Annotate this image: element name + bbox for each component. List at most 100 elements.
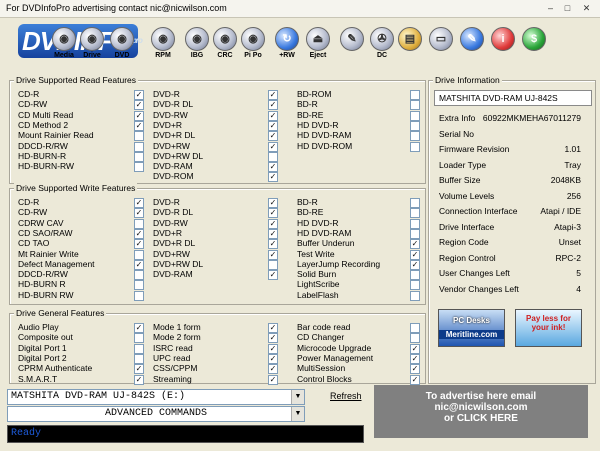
window-button[interactable]: ▭ <box>427 27 455 51</box>
media-button[interactable]: ◉ Media <box>50 27 78 59</box>
feature-checkbox[interactable] <box>410 110 420 121</box>
feature-checkbox[interactable] <box>410 198 420 208</box>
feature-checkbox[interactable] <box>410 90 420 100</box>
feature-checkbox[interactable] <box>134 343 144 354</box>
feature-checkbox[interactable] <box>134 218 144 229</box>
feature-checkbox[interactable] <box>134 131 144 142</box>
feature-checkbox[interactable]: ✓ <box>134 110 144 121</box>
feature-checkbox[interactable]: ✓ <box>268 131 278 142</box>
feature-checkbox[interactable] <box>410 280 420 291</box>
ibg-button[interactable]: ◉ IBG <box>183 27 211 59</box>
feature-checkbox[interactable] <box>410 218 420 229</box>
tool-button[interactable]: ✎ <box>338 27 366 51</box>
feature-checkbox[interactable]: ✓ <box>268 141 278 152</box>
chevron-down-icon[interactable]: ▼ <box>291 407 304 421</box>
feature-checkbox[interactable] <box>134 353 144 364</box>
feature-checkbox[interactable] <box>268 151 278 162</box>
feature-checkbox[interactable] <box>410 100 420 111</box>
feature-checkbox[interactable]: ✓ <box>134 208 144 219</box>
crc-button[interactable]: ◉ CRC <box>211 27 239 59</box>
feature-checkbox[interactable] <box>134 270 144 281</box>
feature-checkbox[interactable]: ✓ <box>268 374 278 385</box>
dvd-button[interactable]: ◉ DVD <box>108 27 136 59</box>
feature-checkbox[interactable]: ✓ <box>134 120 144 131</box>
feature-checkbox[interactable]: ✓ <box>268 333 278 344</box>
feature-checkbox[interactable]: ✓ <box>410 374 420 385</box>
clipboard-button[interactable]: ▤ <box>396 27 424 51</box>
feature-checkbox[interactable] <box>410 120 420 131</box>
drive-info-row: Extra Info 60922MKMEHA67011279 <box>439 113 587 127</box>
feature-checkbox[interactable]: ✓ <box>410 364 420 375</box>
feature-checkbox[interactable] <box>410 208 420 219</box>
refresh-button[interactable]: Refresh <box>330 391 362 401</box>
drive-info-key: Extra Info <box>439 113 476 123</box>
maximize-icon[interactable]: □ <box>561 2 574 14</box>
dollar-button[interactable]: $ <box>520 27 548 51</box>
ad-pay-less[interactable]: Pay less for your ink! <box>515 309 582 347</box>
feature-checkbox[interactable]: ✓ <box>134 364 144 375</box>
feature-label: CSS/CPPM <box>153 363 198 374</box>
feature-checkbox[interactable]: ✓ <box>134 90 144 100</box>
feature-checkbox[interactable] <box>134 162 144 173</box>
feature-checkbox[interactable]: ✓ <box>268 249 278 260</box>
feature-checkbox[interactable] <box>134 290 144 301</box>
feature-checkbox[interactable]: ✓ <box>410 239 420 250</box>
feature-checkbox[interactable] <box>410 131 420 142</box>
feature-checkbox[interactable] <box>134 151 144 162</box>
feature-checkbox[interactable]: ✓ <box>134 239 144 250</box>
info-button[interactable]: i <box>489 27 517 51</box>
feature-checkbox[interactable]: ✓ <box>134 374 144 385</box>
feature-checkbox[interactable] <box>410 228 420 239</box>
feature-checkbox[interactable] <box>134 141 144 152</box>
advertise-banner[interactable]: To advertise here email nic@nicwilson.co… <box>374 385 588 438</box>
ad-pc-desks[interactable]: PC Desks Meritline.com <box>438 309 505 347</box>
feature-checkbox[interactable]: ✓ <box>410 353 420 364</box>
feature-checkbox[interactable] <box>410 270 420 281</box>
feature-checkbox[interactable]: ✓ <box>410 343 420 354</box>
plus-rw-button[interactable]: ↻ +RW <box>273 27 301 59</box>
feature-label: BD-RE <box>297 207 324 218</box>
feature-checkbox[interactable] <box>134 280 144 291</box>
feature-checkbox[interactable]: ✓ <box>268 172 278 183</box>
feature-checkbox[interactable] <box>410 333 420 344</box>
feature-checkbox[interactable]: ✓ <box>268 120 278 131</box>
feature-checkbox[interactable]: ✓ <box>134 259 144 270</box>
feature-checkbox[interactable]: ✓ <box>268 323 278 333</box>
feature-checkbox[interactable]: ✓ <box>268 218 278 229</box>
feature-checkbox[interactable] <box>410 290 420 301</box>
feature-checkbox[interactable]: ✓ <box>268 90 278 100</box>
rpm-button[interactable]: ◉ RPM <box>149 27 177 59</box>
feature-checkbox[interactable]: ✓ <box>268 364 278 375</box>
feature-checkbox[interactable]: ✓ <box>268 100 278 111</box>
feature-checkbox[interactable] <box>410 141 420 152</box>
feature-checkbox[interactable]: ✓ <box>410 259 420 270</box>
feature-checkbox[interactable]: ✓ <box>268 270 278 281</box>
dc-button[interactable]: ✇ DC <box>368 27 396 59</box>
feature-checkbox[interactable]: ✓ <box>268 343 278 354</box>
feature-checkbox[interactable]: ✓ <box>268 353 278 364</box>
feature-checkbox[interactable]: ✓ <box>268 198 278 208</box>
drive-button[interactable]: ◉ Drive <box>78 27 106 59</box>
feature-checkbox[interactable]: ✓ <box>410 249 420 260</box>
feature-checkbox[interactable]: ✓ <box>134 100 144 111</box>
close-icon[interactable]: ✕ <box>580 2 593 14</box>
feature-checkbox[interactable]: ✓ <box>268 208 278 219</box>
feature-checkbox[interactable]: ✓ <box>268 110 278 121</box>
pipo-button[interactable]: ◉ Pi Po <box>239 27 267 59</box>
eject-button[interactable]: ⏏ Eject <box>304 27 332 59</box>
feature-checkbox[interactable] <box>410 323 420 333</box>
feature-checkbox[interactable]: ✓ <box>134 323 144 333</box>
chevron-down-icon[interactable]: ▼ <box>291 390 304 404</box>
feature-checkbox[interactable]: ✓ <box>268 228 278 239</box>
feature-checkbox[interactable] <box>134 333 144 344</box>
advanced-commands-select[interactable]: ADVANCED COMMANDS ▼ <box>7 406 305 422</box>
feature-checkbox[interactable]: ✓ <box>134 198 144 208</box>
drive-select[interactable]: MATSHITA DVD-RAM UJ-842S (E:) ▼ <box>7 389 305 405</box>
notes-button[interactable]: ✎ <box>458 27 486 51</box>
feature-checkbox[interactable]: ✓ <box>268 162 278 173</box>
feature-checkbox[interactable] <box>134 249 144 260</box>
feature-checkbox[interactable] <box>268 259 278 270</box>
feature-checkbox[interactable]: ✓ <box>268 239 278 250</box>
feature-checkbox[interactable]: ✓ <box>134 228 144 239</box>
minimize-icon[interactable]: – <box>544 2 557 14</box>
